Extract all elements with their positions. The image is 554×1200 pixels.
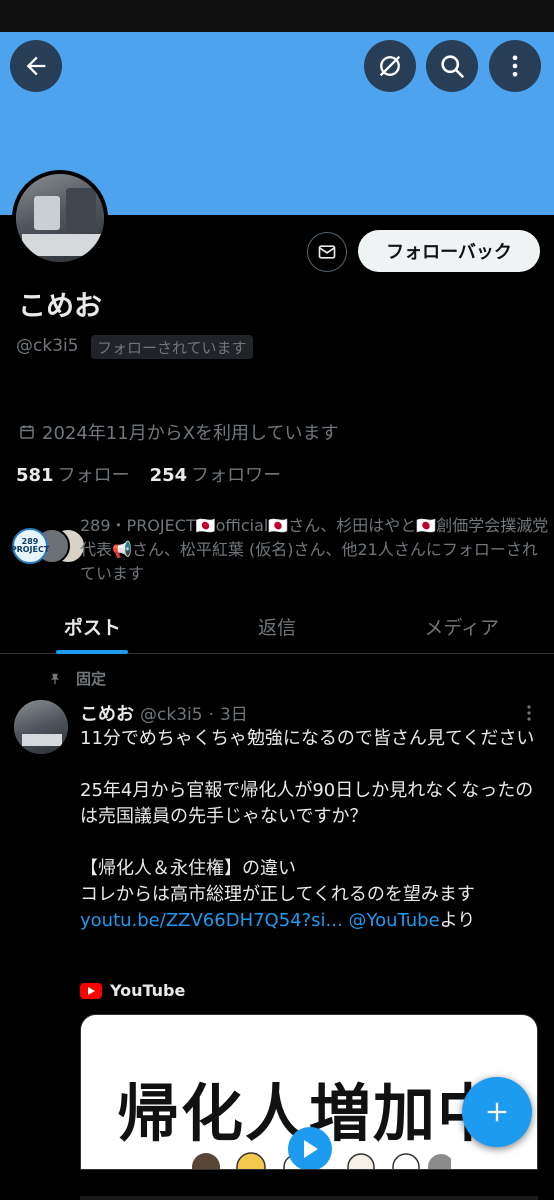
post-header: こめお @ck3i5 · 3日 bbox=[80, 700, 248, 726]
tab-posts[interactable]: ポスト bbox=[0, 600, 185, 653]
following-count: 581 bbox=[16, 465, 54, 486]
tab-replies[interactable]: 返信 bbox=[185, 600, 370, 653]
pin-icon bbox=[50, 673, 60, 684]
youtube-logo-icon bbox=[80, 982, 102, 999]
search-icon bbox=[441, 55, 464, 78]
mutual-follower-avatars[interactable]: 289 PROJECT bbox=[11, 528, 86, 564]
back-button[interactable] bbox=[10, 40, 62, 92]
message-button[interactable] bbox=[307, 232, 347, 272]
post-text-main: 11分でめちゃくちゃ勉強になるので皆さん見てください 25年4月から官報で帰化人… bbox=[80, 728, 535, 905]
post-author-name[interactable]: こめお bbox=[80, 700, 134, 726]
profile-avatar[interactable] bbox=[12, 170, 108, 266]
post-text: 11分でめちゃくちゃ勉強になるので皆さん見てください 25年4月から官報で帰化人… bbox=[80, 726, 540, 934]
user-handle: @ck3i5 bbox=[16, 336, 79, 356]
mutual-followers-text[interactable]: 289・PROJECT🇯🇵official🇯🇵さん、杉田はやと🇯🇵創価学会撲滅党… bbox=[80, 514, 550, 586]
arrow-left-icon bbox=[26, 56, 46, 76]
mute-button[interactable] bbox=[364, 40, 416, 92]
display-name: こめお bbox=[18, 289, 103, 322]
post-separator: · bbox=[208, 705, 214, 725]
plus-icon bbox=[487, 1102, 507, 1122]
status-bar bbox=[0, 0, 554, 32]
post-time: 3日 bbox=[219, 705, 248, 725]
follows-you-badge: フォローされています bbox=[91, 335, 253, 359]
next-card-edge bbox=[80, 1196, 538, 1200]
followers-link[interactable]: 254 フォロワー bbox=[150, 461, 282, 487]
pinned-indicator: 固定 bbox=[48, 668, 106, 689]
post-youtube-link[interactable]: youtu.be/ZZV66DH7Q54?si... bbox=[80, 910, 343, 931]
play-icon bbox=[304, 1140, 318, 1158]
more-vertical-icon bbox=[512, 55, 518, 77]
follow-counts: 581 フォロー 254 フォロワー bbox=[16, 461, 281, 487]
followers-label: フォロワー bbox=[191, 465, 282, 486]
profile-tabs: ポスト 返信 メディア bbox=[0, 600, 554, 654]
play-button[interactable] bbox=[288, 1127, 332, 1169]
post-more-icon[interactable] bbox=[522, 703, 536, 723]
post-author-avatar[interactable] bbox=[14, 700, 68, 754]
compose-post-button[interactable] bbox=[462, 1077, 532, 1147]
post-mention-youtube[interactable]: @YouTube bbox=[348, 910, 439, 931]
search-button[interactable] bbox=[426, 40, 478, 92]
post-text-suffix: より bbox=[439, 910, 476, 931]
following-label: フォロー bbox=[57, 465, 130, 486]
more-options-button[interactable] bbox=[489, 40, 541, 92]
joined-text: 2024年11月からXを利用しています bbox=[42, 423, 339, 444]
joined-date: 2024年11月からXを利用しています bbox=[18, 419, 339, 445]
tab-media[interactable]: メディア bbox=[369, 600, 554, 653]
following-link[interactable]: 581 フォロー bbox=[16, 461, 130, 487]
followers-count: 254 bbox=[149, 465, 188, 486]
link-source-label: YouTube bbox=[110, 981, 186, 1000]
post-author-handle: @ck3i5 bbox=[140, 705, 203, 725]
pinned-label: 固定 bbox=[76, 670, 107, 688]
link-source: YouTube bbox=[80, 981, 185, 1000]
calendar-icon bbox=[20, 425, 34, 439]
follow-back-button[interactable]: フォローバック bbox=[358, 230, 540, 272]
mail-icon bbox=[318, 245, 336, 259]
no-symbol-icon bbox=[379, 55, 401, 77]
mutual-avatar-289: 289 PROJECT bbox=[11, 528, 49, 564]
